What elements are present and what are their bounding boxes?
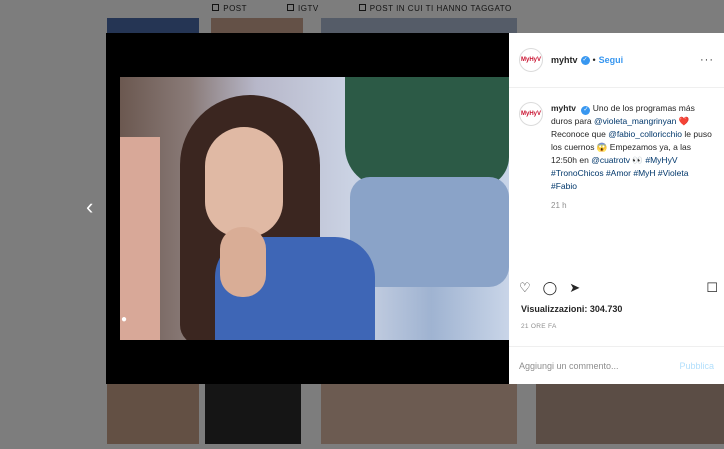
chevron-left-icon[interactable]: ‹ bbox=[86, 196, 93, 218]
mention-link[interactable]: @violeta_mangrinyan bbox=[594, 116, 676, 126]
username-link[interactable]: myhtv bbox=[551, 55, 578, 65]
mention-link[interactable]: @cuatrotv bbox=[591, 155, 630, 165]
post-header: MyHyV myhtv ✓ • Segui ··· bbox=[509, 33, 724, 88]
post-modal: ● MyHyV myhtv ✓ • Segui ··· MyHyV myhtv … bbox=[106, 33, 724, 384]
views-count: Visualizzazioni: 304.730 bbox=[521, 304, 623, 314]
caption-username[interactable]: myhtv bbox=[551, 103, 576, 113]
comment-form: Pubblica bbox=[509, 346, 724, 384]
post-photo[interactable] bbox=[120, 77, 509, 340]
post-actions: ♡ ◯ ➤ ☐ bbox=[519, 281, 718, 295]
comment-icon[interactable]: ◯ bbox=[543, 281, 558, 295]
heart-icon[interactable]: ♡ bbox=[519, 281, 531, 295]
post-caption: MyHyV myhtv ✓ Uno de los programas más d… bbox=[509, 88, 724, 193]
more-options-icon[interactable]: ··· bbox=[700, 54, 714, 66]
bookmark-icon[interactable]: ☐ bbox=[706, 281, 718, 295]
avatar[interactable]: MyHyV bbox=[519, 48, 543, 72]
publish-button[interactable]: Pubblica bbox=[679, 361, 714, 371]
mention-link[interactable]: @fabio_colloricchio bbox=[608, 129, 682, 139]
follow-button[interactable]: Segui bbox=[599, 55, 624, 65]
verified-badge-icon: ✓ bbox=[580, 55, 590, 65]
caption-text: myhtv ✓ Uno de los programas más duros p… bbox=[551, 103, 712, 191]
comment-input[interactable] bbox=[519, 360, 680, 371]
person-icon[interactable]: ● bbox=[118, 313, 130, 325]
verified-badge-icon: ✓ bbox=[581, 106, 591, 115]
post-media: ● bbox=[106, 33, 509, 384]
separator-dot: • bbox=[592, 55, 596, 65]
post-side-panel: MyHyV myhtv ✓ • Segui ··· MyHyV myhtv ✓ … bbox=[509, 33, 724, 384]
caption-time: 21 h bbox=[551, 201, 567, 210]
caption-avatar[interactable]: MyHyV bbox=[519, 102, 543, 126]
share-icon[interactable]: ➤ bbox=[569, 281, 580, 295]
posted-ago: 21 ORE FA bbox=[521, 323, 557, 330]
